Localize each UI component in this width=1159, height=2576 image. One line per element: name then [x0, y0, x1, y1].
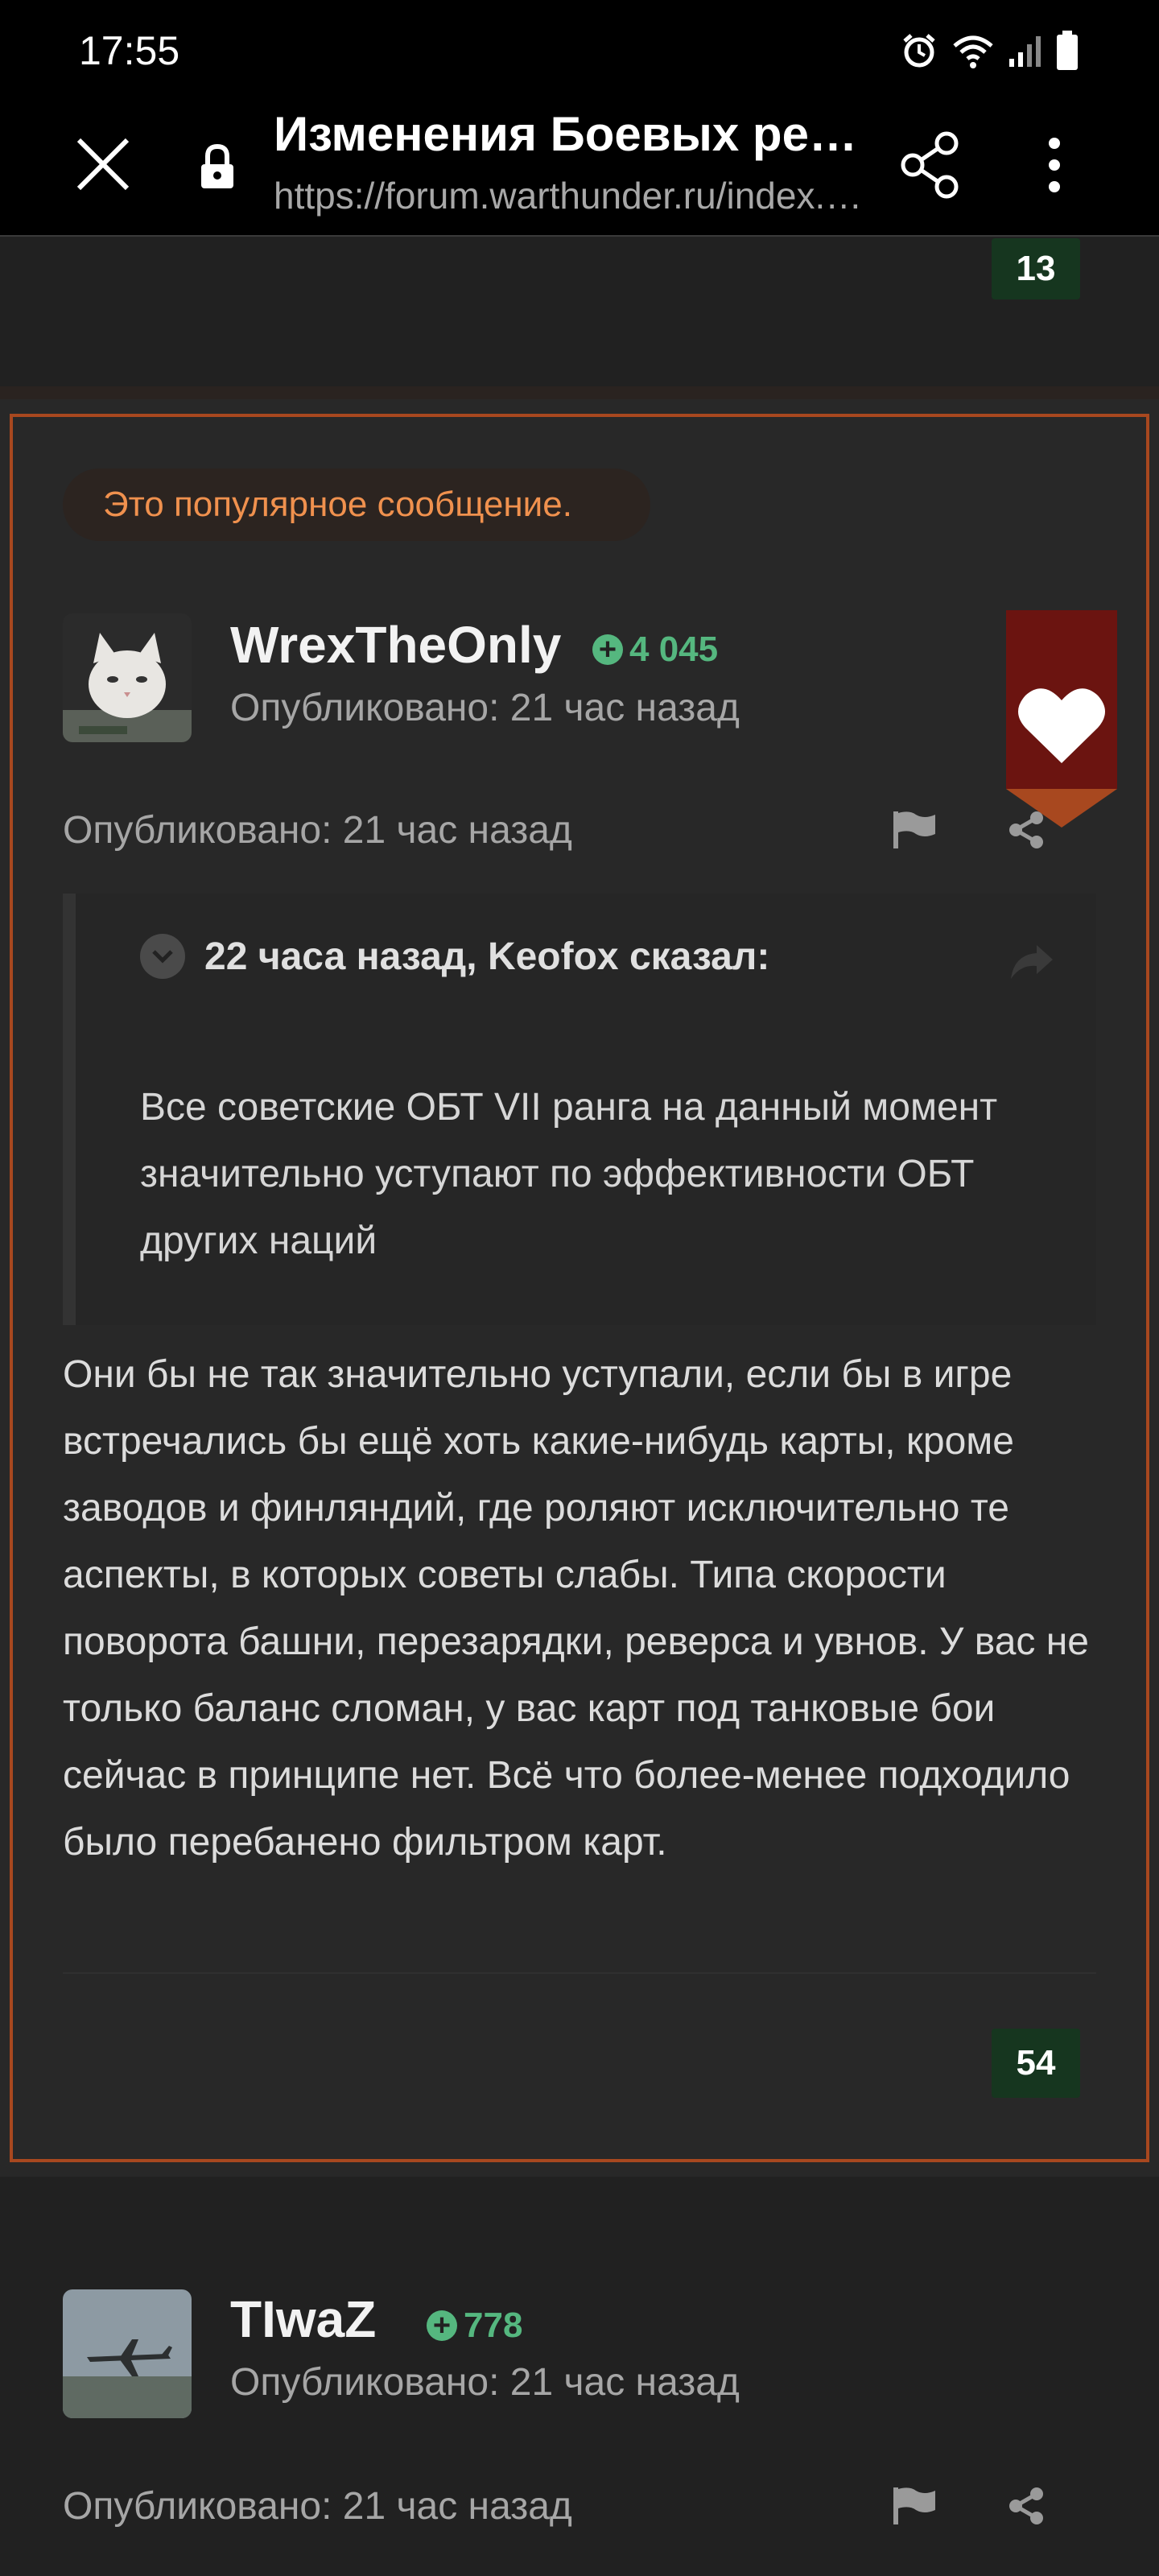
close-icon[interactable]: [71, 132, 135, 196]
report-flag-icon[interactable]: [892, 810, 937, 850]
report-flag-icon[interactable]: [892, 2486, 937, 2526]
post-share-icon[interactable]: [1006, 2486, 1046, 2526]
wifi-icon: [953, 35, 993, 68]
plane-avatar-image: [63, 2289, 192, 2418]
reputation-value: 4 045: [629, 630, 719, 669]
reputation-badge: + 4 045: [592, 630, 718, 670]
quote-header-text: 22 часа назад, Keofox сказал:: [204, 935, 770, 978]
author-name[interactable]: WrexTheOnly: [230, 615, 561, 675]
plus-icon: +: [427, 2310, 457, 2341]
status-time: 17:55: [79, 28, 180, 73]
published-header: Опубликовано: 21 час назад: [230, 687, 740, 729]
cat-avatar-image: [63, 613, 192, 742]
browser-toolbar: Изменения Боевых рейт… https://forum.war…: [0, 100, 1159, 237]
share-icon[interactable]: [898, 129, 963, 201]
quote-share-icon[interactable]: [1008, 942, 1056, 982]
author-name[interactable]: TIwaZ: [230, 2289, 376, 2349]
popular-label: Это популярное сообщение.: [63, 469, 650, 541]
reputation-badge: + 778: [427, 2306, 522, 2346]
more-options-icon[interactable]: [1030, 129, 1079, 201]
heart-icon[interactable]: [1006, 610, 1117, 828]
chevron-down-icon[interactable]: [140, 934, 185, 979]
popular-post: Это популярное сообщение. WrexTheOnly + …: [0, 399, 1159, 2177]
published-date: Опубликовано: 21 час назад: [63, 809, 572, 852]
reaction-count[interactable]: 13: [992, 238, 1080, 299]
reaction-count[interactable]: 54: [992, 2029, 1080, 2098]
battery-icon: [1057, 31, 1078, 70]
next-post: TIwaZ + 778 Опубликовано: 21 час назад О…: [0, 2177, 1159, 2576]
post-divider: [63, 1972, 1096, 1974]
avatar[interactable]: [63, 2289, 192, 2418]
quote-header[interactable]: 22 часа назад, Keofox сказал:: [140, 934, 769, 979]
quote-block: 22 часа назад, Keofox сказал: Все советс…: [63, 894, 1096, 1325]
plus-icon: +: [592, 634, 623, 665]
page-title[interactable]: Изменения Боевых рейт…: [274, 106, 885, 162]
alarm-icon: [903, 34, 935, 68]
post-separator: [0, 386, 1159, 399]
published-header: Опубликовано: 21 час назад: [230, 2361, 740, 2404]
signal-icon: [1009, 36, 1041, 67]
status-bar: 17:55: [0, 0, 1159, 100]
post-share-icon[interactable]: [1006, 810, 1046, 850]
page-url[interactable]: https://forum.warthunder.ru/index.…: [274, 174, 877, 217]
reputation-value: 778: [464, 2306, 523, 2345]
lock-icon[interactable]: [200, 142, 235, 190]
avatar[interactable]: [63, 613, 192, 742]
quote-text: Все советские ОБТ VII ранга на данный мо…: [140, 1086, 998, 1262]
status-icons: [900, 31, 1079, 71]
previous-post: 13: [0, 238, 1159, 386]
published-date: Опубликовано: 21 час назад: [63, 2485, 572, 2528]
post-body: Они бы не так значительно уступали, если…: [63, 1353, 1089, 1864]
